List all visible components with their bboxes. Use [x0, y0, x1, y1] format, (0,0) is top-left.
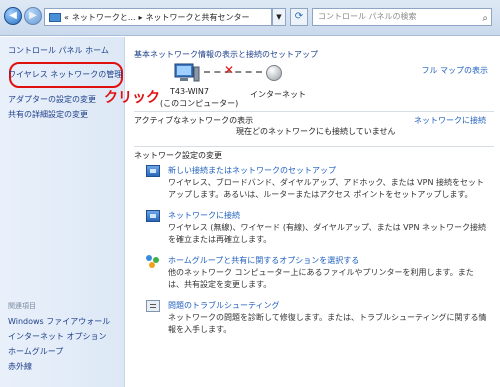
divider — [134, 146, 494, 147]
forward-button[interactable]: ▶ — [24, 7, 42, 25]
breadcrumb-separator-icon[interactable]: ▸ — [139, 13, 143, 22]
connect-to-network-link[interactable]: ネットワークに接続 — [414, 115, 486, 126]
search-placeholder: コントロール パネルの検索 — [318, 12, 417, 21]
breadcrumb-prefix[interactable]: « — [64, 13, 69, 22]
click-annotation: クリック — [104, 90, 160, 106]
new-connection-icon — [146, 165, 160, 177]
new-connection-link[interactable]: 新しい接続またはネットワークのセットアップ — [168, 165, 336, 176]
search-icon[interactable]: ⌕ — [482, 11, 488, 27]
homegroup-sharing-link[interactable]: ホームグループと共有に関するオプションを選択する — [168, 255, 359, 266]
related-firewall-link[interactable]: Windows ファイアウォール — [8, 316, 110, 327]
full-map-link[interactable]: フル マップの表示 — [421, 65, 488, 76]
address-dropdown-button[interactable]: ▼ — [272, 8, 286, 26]
breadcrumb[interactable]: « ネットワークと... ▸ ネットワークと共有センター — [44, 8, 272, 26]
computer-icon — [174, 63, 200, 82]
related-heading: 関連項目 — [8, 302, 36, 310]
troubleshoot-icon — [146, 300, 160, 312]
new-connection-description: ワイヤレス、ブロードバンド、ダイヤルアップ、アドホック、または VPN 接続をセ… — [168, 178, 485, 199]
no-network-status: 現在どのネットワークにも接続していません — [236, 127, 396, 136]
divider — [134, 111, 494, 112]
this-computer-label: (このコンピューター) — [160, 99, 239, 108]
breadcrumb-network[interactable]: ネットワークと... — [72, 12, 136, 23]
address-bar: ◀ ▶ « ネットワークと... ▸ ネットワークと共有センター ▼ ⟳ コント… — [0, 0, 500, 36]
troubleshoot-link[interactable]: 問題のトラブルシューティング — [168, 300, 280, 311]
main-content: 基本ネットワーク情報の表示と接続のセットアップ フル マップの表示 ✕ T43-… — [104, 37, 500, 387]
troubleshoot-description: ネットワークの問題を診断して修復します。または、トラブルシューティングに関する情… — [168, 313, 487, 334]
network-settings-heading: ネットワーク設定の変更 — [134, 151, 222, 160]
control-panel-icon — [49, 12, 61, 22]
page-title: 基本ネットワーク情報の表示と接続のセットアップ — [134, 50, 318, 59]
sidebar-item-adapter-settings[interactable]: アダプターの設定の変更 — [8, 94, 96, 105]
related-homegroup-link[interactable]: ホームグループ — [8, 346, 63, 357]
back-button[interactable]: ◀ — [4, 7, 22, 25]
related-infrared-link[interactable]: 赤外線 — [8, 361, 32, 372]
internet-globe-icon — [266, 65, 282, 81]
sidebar-home-link[interactable]: コントロール パネル ホーム — [8, 45, 109, 56]
homegroup-icon — [146, 255, 160, 269]
search-input[interactable]: コントロール パネルの検索 ⌕ — [312, 8, 492, 26]
breadcrumb-network-center[interactable]: ネットワークと共有センター — [146, 12, 250, 23]
active-networks-label: アクティブなネットワークの表示 — [134, 116, 254, 125]
sidebar-item-manage-wireless[interactable]: ワイヤレス ネットワークの管理 — [8, 69, 122, 80]
homegroup-sharing-description: 他のネットワーク コンピューター上にあるファイルやプリンターを利用します。または… — [168, 268, 474, 289]
connect-network-icon — [146, 210, 160, 222]
disconnected-x-icon: ✕ — [224, 63, 235, 77]
connect-network-link[interactable]: ネットワークに接続 — [168, 210, 240, 221]
sidebar-item-sharing-settings[interactable]: 共有の詳細設定の変更 — [8, 109, 88, 120]
refresh-button[interactable]: ⟳ — [290, 8, 308, 26]
related-internet-options-link[interactable]: インターネット オプション — [8, 331, 107, 342]
internet-label: インターネット — [250, 90, 306, 99]
connect-network-description: ワイヤレス (無線)、ワイヤード (有線)、ダイヤルアップ、または VPN ネッ… — [168, 223, 486, 244]
computer-name: T43-WIN7 — [170, 87, 209, 96]
